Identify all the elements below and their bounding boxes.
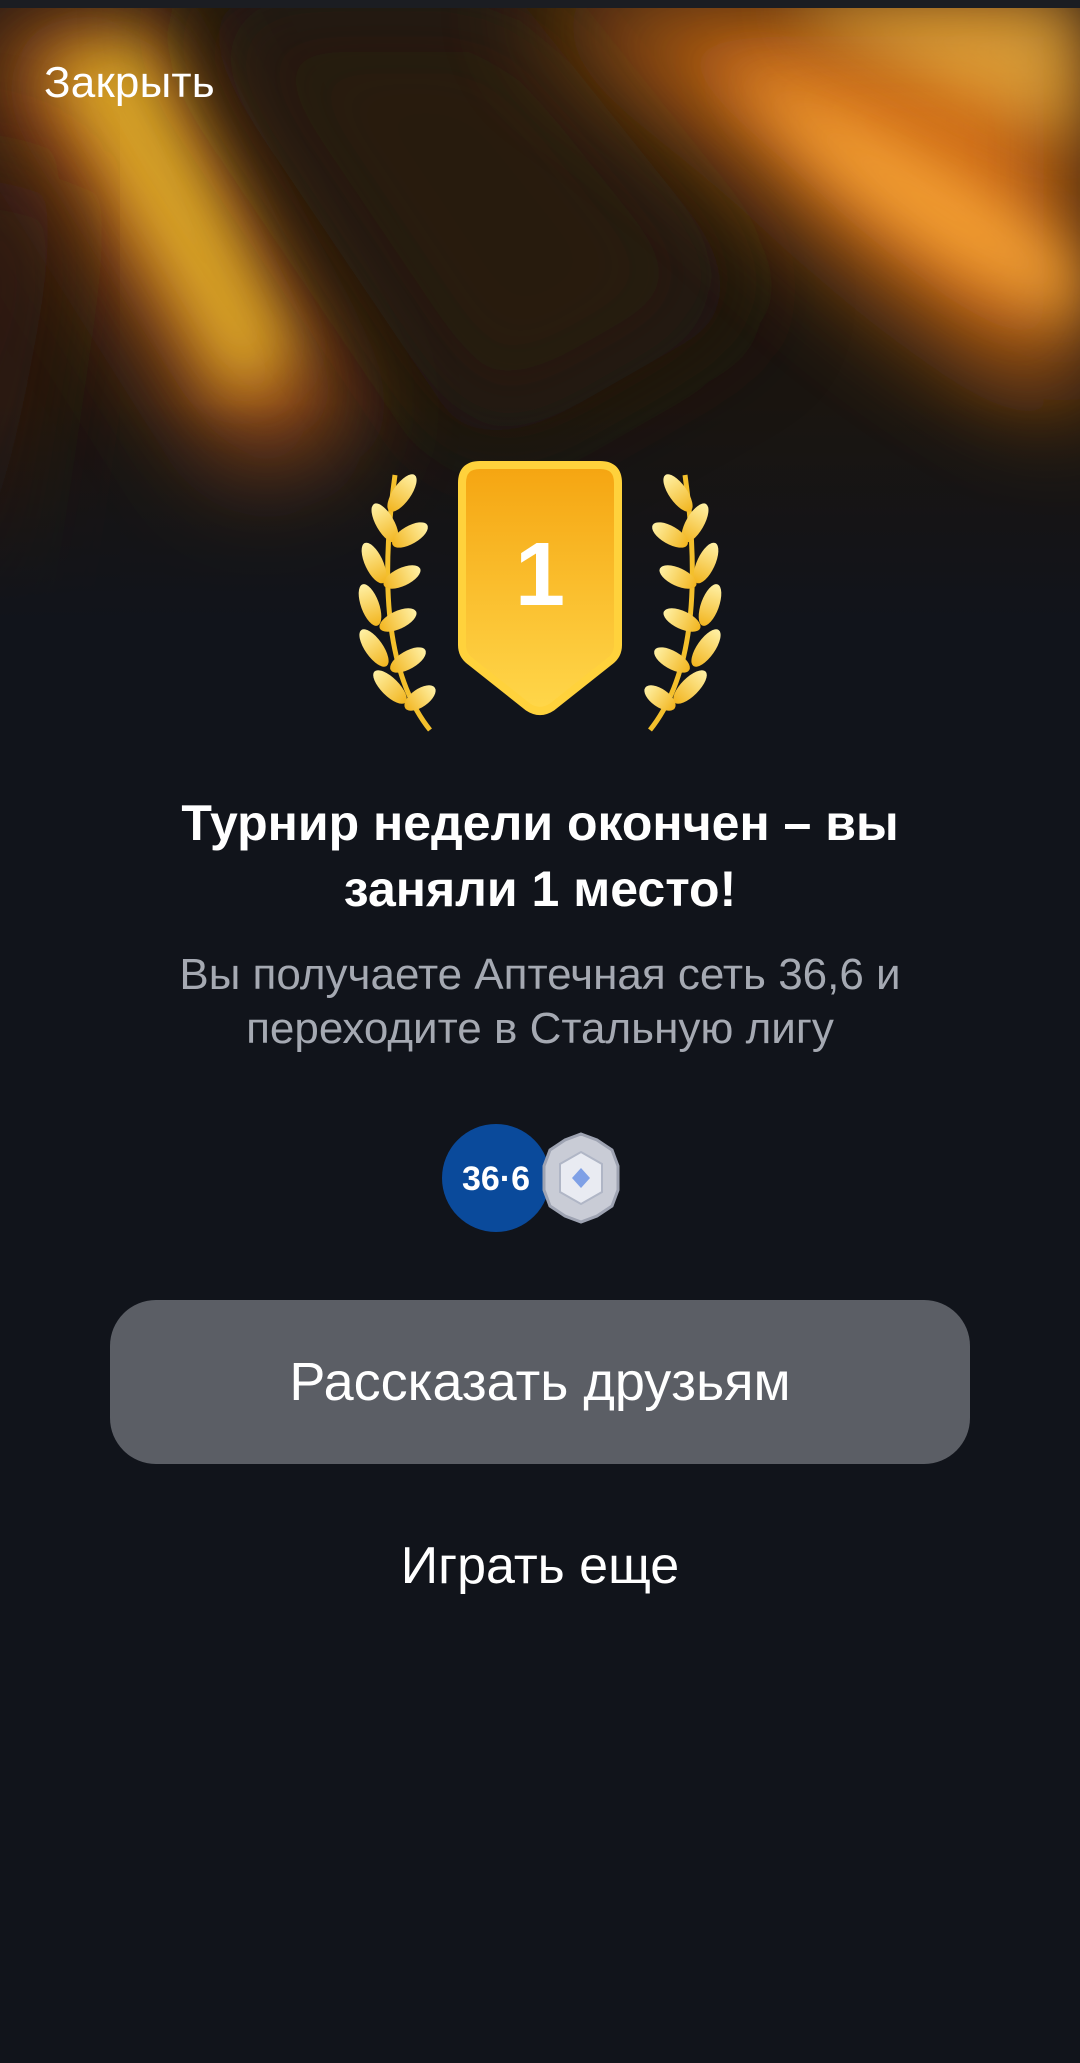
close-button[interactable]: Закрыть	[44, 58, 215, 108]
status-bar-strip	[0, 0, 1080, 8]
reward-icons: 36·6	[440, 1122, 640, 1234]
partner-logo-icon: 36·6	[442, 1124, 550, 1232]
place-badge: 1	[330, 455, 750, 745]
result-subtitle: Вы получаете Аптечная сеть 36,6 и перехо…	[179, 950, 901, 1053]
left-laurel	[358, 474, 436, 732]
right-laurel	[644, 474, 722, 732]
share-button-label: Рассказать друзьям	[289, 1352, 791, 1412]
place-number: 1	[515, 525, 565, 625]
result-title: Турнир недели окончен – вы заняли 1 мест…	[181, 795, 899, 917]
shield: 1	[458, 461, 622, 715]
play-again-button[interactable]: Играть еще	[290, 1536, 790, 1596]
laurel-shield-icon: 1	[358, 461, 722, 732]
tournament-result-screen: Закрыть 1 Турнир недели окончен – вы зан…	[0, 0, 1080, 2063]
partner-logo-text: 36·6	[462, 1160, 530, 1198]
steel-league-badge-icon	[542, 1132, 620, 1224]
share-with-friends-button[interactable]: Рассказать друзьям	[110, 1300, 970, 1464]
